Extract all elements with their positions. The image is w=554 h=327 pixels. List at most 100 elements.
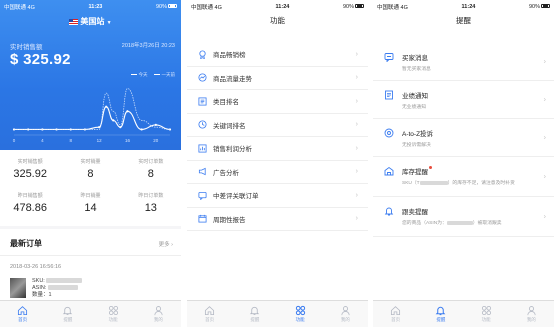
user-icon: [154, 306, 163, 316]
tab-functions[interactable]: 功能: [91, 301, 136, 327]
home-icon: [18, 306, 28, 316]
user-icon: [527, 306, 536, 316]
trend-icon: [198, 73, 207, 82]
data-point: [112, 119, 115, 122]
carrier: 中国联通 4G: [4, 4, 35, 11]
target-icon: [384, 128, 394, 138]
series-line-1: [14, 88, 171, 130]
legend-today: 今天: [131, 72, 148, 78]
notice-hijack[interactable]: 跟卖提醒 您的商品（ASIN为： ）被取消跟卖 ›: [373, 197, 554, 237]
chevron-right-icon: ›: [355, 191, 358, 199]
bell-icon: [250, 306, 260, 316]
user-icon: [341, 306, 350, 316]
notice-performance[interactable]: 业绩通知 无业绩通知 ›: [373, 81, 554, 119]
grid-icon: [295, 305, 305, 316]
megaphone-icon: [198, 167, 206, 176]
x-tick-label: 12: [97, 138, 103, 143]
chevron-right-icon: ›: [543, 213, 546, 220]
series-line-0: [14, 106, 171, 131]
list-icon: [198, 97, 207, 106]
notice-a-to-z[interactable]: A-to-Z投诉 无投诉需解决 ›: [373, 119, 554, 157]
stat-realtime-units: 实时销量 8: [80, 159, 101, 180]
order-item[interactable]: SKU: ASIN: 数量：1: [0, 278, 181, 299]
function-list: 商品畅销榜 › 商品流量走势 › 类目排名 › 关键词排名 › 销售利润分析 › 广告分析…: [187, 43, 368, 231]
x-tick-label: 0: [13, 138, 16, 143]
realtime-label: 实时销售额: [10, 44, 43, 51]
tab-mine[interactable]: 我的: [136, 301, 181, 327]
page-title: 功能: [270, 16, 285, 25]
document-icon: [385, 90, 393, 100]
notice-buyer-messages[interactable]: 买家消息 暂无买家消息 ›: [373, 43, 554, 81]
bell-icon: [435, 306, 446, 316]
data-point: [154, 123, 157, 127]
chevron-right-icon: ›: [543, 173, 546, 180]
data-point: [105, 105, 108, 108]
tab-home[interactable]: 首页: [373, 301, 418, 327]
home-screen: 中国联通 4G 11:23 90% 美国站 ▼ 实时销售额 2018年3月26日…: [0, 0, 181, 327]
stat-yesterday-sales: 昨日销售额 478.86: [13, 193, 47, 214]
notice-list: 买家消息 暂无买家消息 › 业绩通知 无业绩通知 › A-to-Z投诉 无投诉需解决 …: [373, 43, 554, 237]
chevron-right-icon: ›: [543, 134, 546, 141]
tab-notice[interactable]: 提醒: [418, 301, 463, 327]
chart-icon: [198, 144, 207, 153]
notices-screen: 中国联通 4G 11:24 90% 提醒 买家消息 暂无买家消息 › 业绩通知 无业…: [373, 0, 554, 327]
chevron-right-icon: ›: [355, 215, 358, 223]
bell-icon: [384, 207, 394, 216]
chevron-right-icon: ›: [355, 144, 358, 152]
status-bar: 中国联通 4G 11:23 90%: [0, 0, 181, 13]
home-icon: [205, 306, 215, 316]
realtime-value: $ 325.92: [10, 51, 71, 68]
function-profit-analysis[interactable]: 销售利润分析 ›: [187, 137, 368, 161]
data-point: [126, 110, 129, 113]
tab-home[interactable]: 首页: [0, 301, 45, 327]
function-negative-review-orders[interactable]: 中差评关联订单 ›: [187, 184, 368, 208]
notice-inventory[interactable]: 库存提醒 SKU（T ）的库存不足，请注意及时补货 ›: [373, 157, 554, 197]
stat-realtime-sales: 实时销售额 325.92: [13, 159, 47, 180]
function-bestsellers[interactable]: 商品畅销榜 ›: [187, 43, 368, 67]
warehouse-icon: [384, 166, 394, 176]
chart-legend: 今天 一天前: [131, 72, 176, 78]
stats-grid: 实时销售额 325.92 实时销量 8 实时订单数 8 昨日销售额 478.86 昨日销…: [0, 150, 181, 226]
function-traffic-trend[interactable]: 商品流量走势 ›: [187, 67, 368, 90]
tab-notice[interactable]: 提醒: [45, 301, 90, 327]
clock: 11:23: [88, 3, 103, 10]
x-tick-label: 20: [153, 138, 159, 143]
legend-yesterday: 一天前: [154, 72, 176, 78]
function-keyword-rank[interactable]: 关键词排名 ›: [187, 114, 368, 137]
chevron-right-icon: ›: [355, 50, 358, 58]
tab-functions[interactable]: 功能: [464, 301, 509, 327]
caret-down-icon: ▼: [106, 20, 112, 26]
search-rank-icon: [198, 120, 207, 129]
stat-yesterday-units: 昨日销量 14: [80, 193, 101, 214]
bell-icon: [63, 306, 73, 316]
market-selector[interactable]: 美国站 ▼: [0, 16, 181, 27]
tab-functions[interactable]: 功能: [278, 301, 323, 327]
medal-icon: [199, 50, 206, 59]
product-thumbnail: [10, 278, 26, 298]
tab-home[interactable]: 首页: [187, 301, 232, 327]
x-tick-label: 16: [125, 138, 131, 143]
stat-yesterday-orders: 昨日订单数 13: [138, 193, 164, 214]
status-bar: 中国联通 4G 11:24 90%: [373, 0, 554, 13]
realtime-time: 2018年3月26日 20:23: [121, 43, 175, 49]
unread-dot: [429, 166, 432, 169]
function-ad-analysis[interactable]: 广告分析 ›: [187, 161, 368, 184]
more-link[interactable]: 更多 ›: [159, 240, 173, 248]
data-point: [97, 126, 101, 129]
tab-bar: 首页 提醒 功能 我的: [187, 300, 368, 327]
chevron-right-icon: ›: [355, 168, 358, 176]
status-bar: 中国联通 4G 11:24 90%: [187, 0, 368, 13]
function-periodic-report[interactable]: 周期性报告 ›: [187, 208, 368, 231]
calendar-icon: [198, 215, 207, 223]
chevron-right-icon: ›: [355, 74, 358, 82]
tab-mine[interactable]: 我的: [509, 301, 554, 327]
comment-icon: [198, 191, 207, 200]
orders-title: 最新订单: [10, 239, 42, 248]
home-icon: [391, 306, 401, 316]
tab-mine[interactable]: 我的: [323, 301, 368, 327]
message-icon: [384, 53, 394, 62]
data-point: [140, 128, 143, 131]
function-category-rank[interactable]: 类目排名 ›: [187, 90, 368, 114]
us-flag-icon: [69, 18, 79, 25]
tab-notice[interactable]: 提醒: [232, 301, 277, 327]
